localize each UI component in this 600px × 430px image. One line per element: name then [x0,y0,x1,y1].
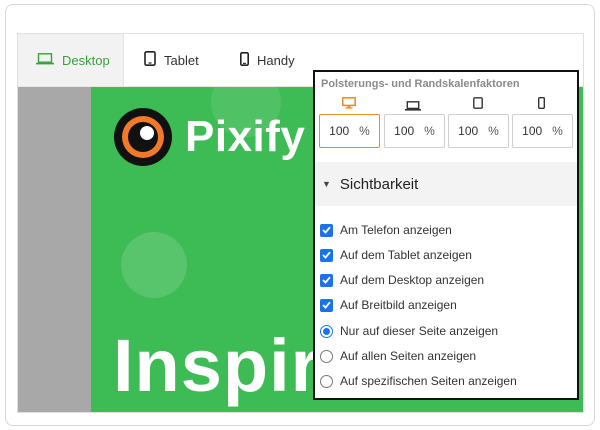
radio-empty-icon [320,374,333,388]
desktop-icon[interactable] [342,96,356,114]
tab-label: Handy [257,52,295,68]
laptop-icon [36,52,54,68]
checkbox-tablet[interactable]: Auf dem Tablet anzeigen [320,246,472,264]
section-title: Sichtbarkeit [339,175,419,193]
visibility-section-toggle[interactable]: ▼ Sichtbarkeit [315,162,577,206]
checkbox-phone[interactable]: Am Telefon anzeigen [320,221,452,239]
tablet-icon[interactable] [473,96,483,114]
tablet-icon [144,51,156,69]
checkbox-widescreen[interactable]: Auf Breitbild anzeigen [320,296,457,314]
phone-icon [240,51,250,69]
checkbox-checked-icon [320,223,333,237]
checkbox-checked-icon [320,273,333,287]
scale-input-desktop[interactable]: 100 % [319,114,380,148]
checkbox-desktop[interactable]: Auf dem Desktop anzeigen [320,271,484,289]
hero-headline[interactable]: Inspir [113,323,320,408]
tab-desktop[interactable]: Desktop [18,34,124,86]
radio-empty-icon [320,349,333,363]
tab-tablet[interactable]: Tablet [144,34,230,86]
radio-selected-icon [320,324,333,338]
tab-label: Tablet [164,52,199,68]
decor-circle [121,232,187,298]
settings-panel: Polsterungs- und Randskalenfaktoren 100 … [313,70,579,400]
brand-name: Pixify [185,112,306,161]
scale-input-phone[interactable]: 100 % [512,114,573,148]
radio-all-pages[interactable]: Auf allen Seiten anzeigen [320,347,476,365]
canvas-margin [18,87,91,412]
tab-handy[interactable]: Handy [240,34,324,86]
tab-label: Desktop [62,52,110,68]
pixify-logo-icon [114,108,172,166]
scale-input-tablet[interactable]: 100 % [448,114,509,148]
radio-this-page[interactable]: Nur auf dieser Seite anzeigen [320,322,498,340]
checkbox-checked-icon [320,248,333,262]
scale-input-laptop[interactable]: 100 % [384,114,445,148]
checkbox-checked-icon [320,298,333,312]
radio-specific-pages[interactable]: Auf spezifischen Seiten anzeigen [320,372,517,390]
phone-icon[interactable] [537,96,545,114]
brand-logo: Pixify [113,107,305,167]
caret-down-icon: ▼ [322,179,331,189]
panel-title: Polsterungs- und Randskalenfaktoren [321,78,520,90]
